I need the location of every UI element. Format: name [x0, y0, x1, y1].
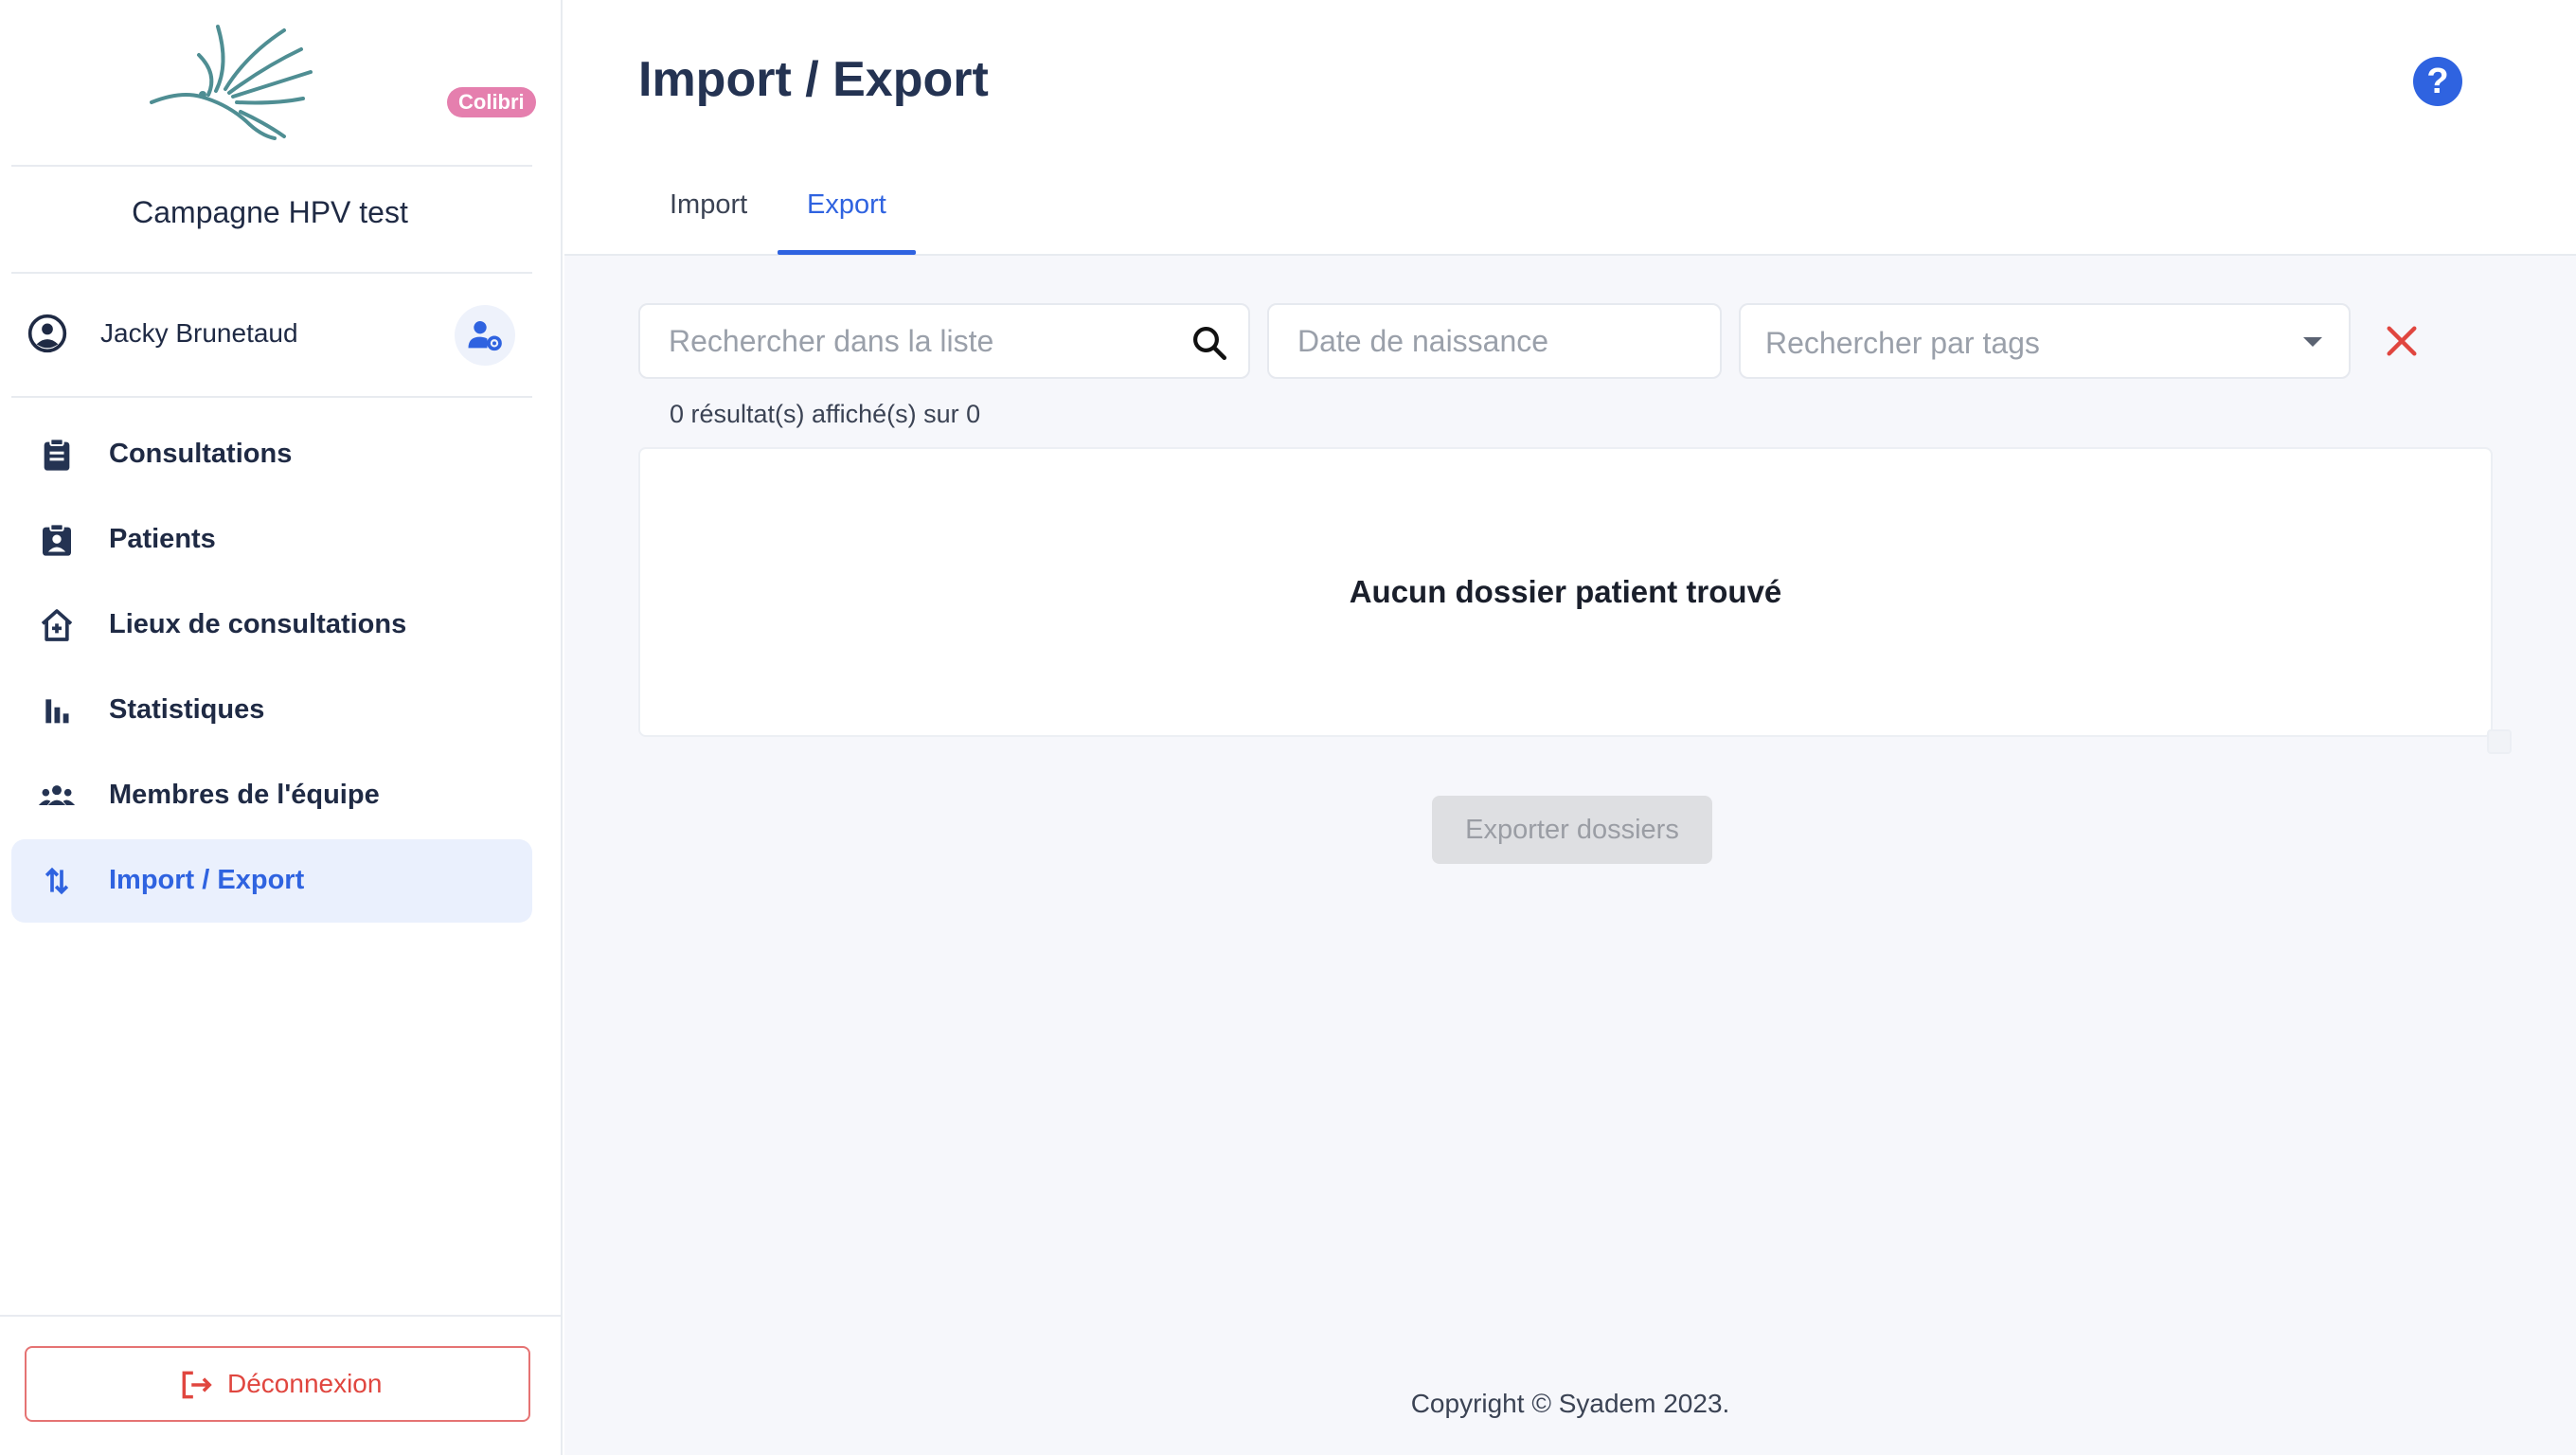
- sidebar: Colibri Campagne HPV test Jacky Brunetau…: [0, 0, 563, 1455]
- main-content: Import / Export ? Import Export Recherch…: [564, 0, 2576, 1455]
- logout-icon: [182, 1371, 212, 1399]
- resize-handle[interactable]: [2487, 729, 2512, 754]
- sidebar-item-label: Lieux de consultations: [109, 609, 407, 639]
- divider: [11, 396, 532, 398]
- user-avatar-icon: [27, 314, 67, 353]
- chevron-down-icon: [2303, 337, 2322, 347]
- active-tab-indicator: [778, 250, 916, 255]
- hummingbird-icon: [150, 25, 313, 140]
- clear-filters-icon[interactable]: [2383, 322, 2421, 360]
- group-icon: [38, 785, 76, 805]
- logout-button[interactable]: Déconnexion: [25, 1346, 530, 1422]
- logo-badge: Colibri: [447, 87, 536, 117]
- search-input[interactable]: [640, 305, 1248, 377]
- sidebar-item-patients[interactable]: Patients: [11, 498, 532, 582]
- sidebar-item-label: Membres de l'équipe: [109, 780, 380, 810]
- sidebar-item-consultations[interactable]: Consultations: [11, 413, 532, 496]
- logout-label: Déconnexion: [227, 1369, 383, 1398]
- clipboard-icon: [44, 438, 70, 471]
- sidebar-item-membres[interactable]: Membres de l'équipe: [11, 754, 532, 837]
- help-button[interactable]: ?: [2413, 57, 2462, 106]
- patient-badge-icon: [43, 523, 71, 556]
- birthdate-field: [1267, 303, 1722, 379]
- sidebar-nav: Consultations Patients Lieux de consulta…: [11, 413, 532, 925]
- user-gear-icon: [468, 321, 502, 351]
- empty-state-message: Aucun dossier patient trouvé: [1349, 574, 1782, 609]
- user-settings-button[interactable]: [455, 305, 515, 366]
- divider: [11, 272, 532, 274]
- birthdate-input[interactable]: [1269, 305, 1720, 377]
- user-row: Jacky Brunetaud: [27, 305, 519, 366]
- bar-chart-icon: [45, 699, 69, 724]
- sidebar-item-lieux[interactable]: Lieux de consultations: [11, 584, 532, 667]
- page-title: Import / Export: [638, 52, 989, 107]
- tags-select[interactable]: Rechercher par tags: [1739, 303, 2351, 379]
- sidebar-item-label: Patients: [109, 524, 216, 554]
- question-icon: ?: [2426, 62, 2449, 101]
- tags-select-placeholder: Rechercher par tags: [1765, 326, 2040, 360]
- sidebar-item-label: Statistiques: [109, 694, 265, 725]
- tab-import[interactable]: Import: [670, 189, 747, 221]
- import-export-icon: [45, 867, 69, 895]
- divider: [11, 165, 532, 167]
- sidebar-item-statistiques[interactable]: Statistiques: [11, 669, 532, 752]
- page-header: Import / Export ? Import Export: [564, 0, 2576, 256]
- campaign-name: Campagne HPV test: [132, 195, 408, 229]
- divider: [0, 1315, 563, 1317]
- house-plus-icon: [41, 609, 73, 641]
- search-icon[interactable]: [1190, 323, 1229, 363]
- export-button[interactable]: Exporter dossiers: [1432, 796, 1712, 864]
- colibri-logo[interactable]: Colibri: [142, 17, 536, 146]
- search-field: [638, 303, 1250, 379]
- tab-export[interactable]: Export: [807, 189, 886, 221]
- sidebar-item-label: Consultations: [109, 439, 293, 469]
- sidebar-item-import-export[interactable]: Import / Export: [11, 839, 532, 923]
- results-card: Aucun dossier patient trouvé: [638, 447, 2493, 737]
- result-count: 0 résultat(s) affiché(s) sur 0: [670, 400, 981, 428]
- sidebar-item-label: Import / Export: [109, 865, 305, 895]
- copyright: Copyright © Syadem 2023.: [1410, 1389, 1730, 1418]
- user-name: Jacky Brunetaud: [100, 318, 298, 348]
